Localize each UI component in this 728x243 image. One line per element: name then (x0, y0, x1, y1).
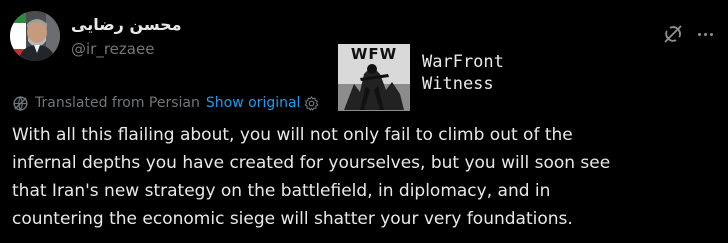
tweet-text-line: that Iran's new strategy on the battlefi… (12, 181, 551, 201)
author-handle[interactable]: @ir_rezaee (71, 40, 154, 58)
grok-icon[interactable] (661, 22, 685, 46)
avatar[interactable] (10, 11, 60, 61)
tweet-text: With all this flailing about, you will n… (12, 121, 718, 233)
show-original-link[interactable]: Show original (206, 95, 301, 111)
gear-icon[interactable] (303, 95, 320, 112)
author-display-name[interactable]: محسن رضایی (71, 15, 182, 34)
translated-from-label: Translated from Persian (35, 95, 200, 111)
watermark-logo: WFW (338, 44, 410, 111)
more-options-icon[interactable] (692, 22, 718, 46)
tweet-text-line: With all this flailing about, you will n… (12, 125, 573, 145)
watermark-text: WarFront Witness (422, 51, 504, 95)
svg-text:WFW: WFW (351, 45, 397, 63)
tweet-text-line: infernal depths you have created for you… (12, 153, 611, 173)
tweet-card: محسن رضایی @ir_rezaee WFW WarFront Witne… (0, 0, 728, 243)
tweet-text-line: countering the economic siege will shatt… (12, 209, 573, 229)
translation-notice: Translated from Persian Show original (12, 93, 320, 113)
watermark-line-1: WarFront (422, 52, 504, 72)
globe-icon (13, 95, 28, 111)
watermark-line-2: Witness (422, 74, 494, 94)
avatar-photo (10, 11, 60, 61)
